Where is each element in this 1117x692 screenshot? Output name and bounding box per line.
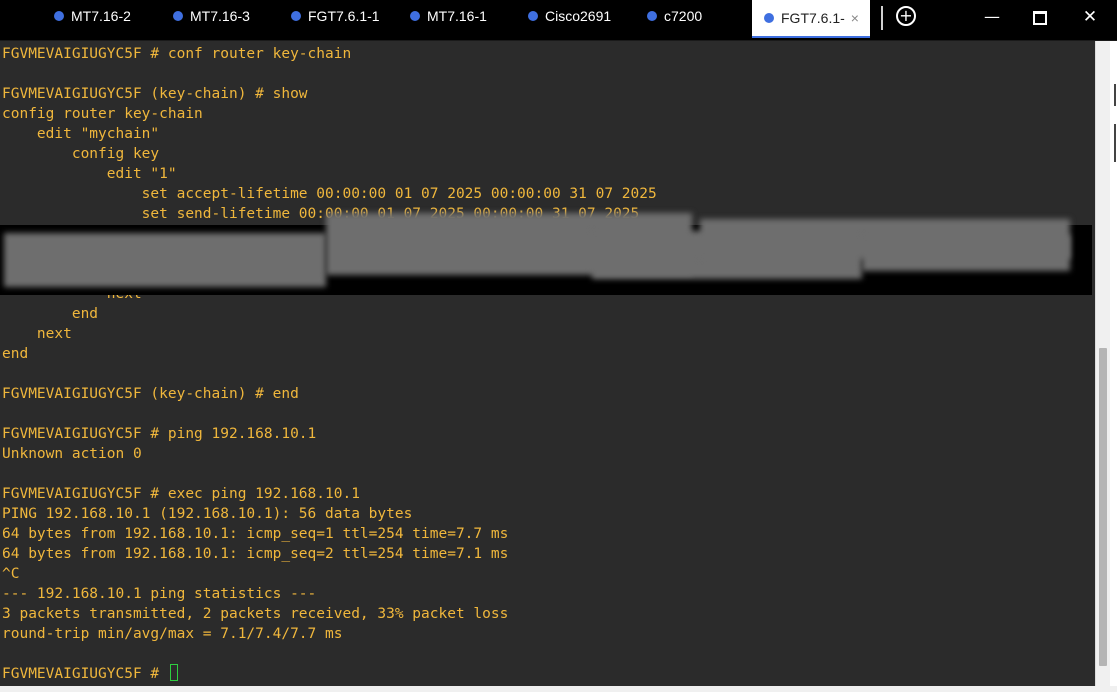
- minimize-icon[interactable]: —: [977, 4, 1007, 30]
- status-dot-icon: [173, 11, 183, 21]
- redacted-region: [0, 213, 1092, 295]
- status-dot-icon: [764, 13, 774, 23]
- terminal-line: set accept-lifetime 00:00:00 01 07 2025 …: [2, 186, 657, 202]
- terminal-app-window: MT7.16-2 MT7.16-3 FGT7.6.1-1 MT7.16-1 Ci…: [0, 0, 1117, 692]
- terminal-line: round-trip min/avg/max = 7.1/7.4/7.7 ms: [2, 626, 343, 642]
- terminal-line: 3 packets transmitted, 2 packets receive…: [2, 606, 509, 622]
- terminal-line: --- 192.168.10.1 ping statistics ---: [2, 586, 317, 602]
- terminal-line: config key: [2, 146, 160, 162]
- tab-label: c7200: [664, 8, 703, 24]
- tab-label: MT7.16-2: [71, 8, 131, 24]
- tab-label: MT7.16-1: [427, 8, 487, 24]
- tab-fgt7-6-1-active[interactable]: FGT7.6.1- ×: [752, 0, 870, 38]
- tab-label: FGT7.6.1-: [781, 10, 845, 26]
- tab-mt7-16-2[interactable]: MT7.16-2: [54, 0, 131, 32]
- terminal-line: FGVMEVAIGIUGYC5F # exec ping 192.168.10.…: [2, 486, 360, 502]
- terminal-line: end: [2, 306, 99, 322]
- scrollbar-thumb[interactable]: [1099, 348, 1107, 666]
- terminal-line: FGVMEVAIGIUGYC5F # conf router key-chain: [2, 46, 352, 62]
- terminal-output[interactable]: FGVMEVAIGIUGYC5F # conf router key-chain…: [0, 41, 1092, 686]
- status-dot-icon: [528, 11, 538, 21]
- terminal-line: FGVMEVAIGIUGYC5F # ping 192.168.10.1: [2, 426, 317, 442]
- terminal-text: FGVMEVAIGIUGYC5F # conf router key-chain…: [2, 44, 657, 684]
- terminal-line: edit "1": [2, 166, 177, 182]
- terminal-line: 64 bytes from 192.168.10.1: icmp_seq=1 t…: [2, 526, 509, 542]
- terminal-line: next: [2, 326, 72, 342]
- status-dot-icon: [647, 11, 657, 21]
- tab-label: FGT7.6.1-1: [308, 8, 380, 24]
- terminal-line: PING 192.168.10.1 (192.168.10.1): 56 dat…: [2, 506, 413, 522]
- status-dot-icon: [54, 11, 64, 21]
- terminal-line: config router key-chain: [2, 106, 203, 122]
- tab-c7200[interactable]: c7200: [647, 0, 702, 32]
- tab-fgt7-6-1-1[interactable]: FGT7.6.1-1: [291, 0, 380, 32]
- terminal-line: 64 bytes from 192.168.10.1: icmp_seq=2 t…: [2, 546, 509, 562]
- maximize-icon[interactable]: [1025, 4, 1055, 30]
- terminal-line: end: [2, 346, 29, 362]
- terminal-line: FGVMEVAIGIUGYC5F (key-chain) # end: [2, 386, 299, 402]
- prompt-line: FGVMEVAIGIUGYC5F #: [2, 666, 168, 682]
- tab-mt7-16-1[interactable]: MT7.16-1: [410, 0, 487, 32]
- terminal-line: FGVMEVAIGIUGYC5F (key-chain) # show: [2, 86, 308, 102]
- edge-mark: [1114, 84, 1116, 106]
- tab-label: Cisco2691: [545, 8, 612, 24]
- plus-circle-icon[interactable]: +: [896, 6, 916, 26]
- tab-close-icon[interactable]: ×: [851, 10, 859, 26]
- window-bottom-edge: [0, 686, 1117, 692]
- tab-bar: MT7.16-2 MT7.16-3 FGT7.6.1-1 MT7.16-1 Ci…: [0, 0, 1117, 41]
- tab-separator: [881, 6, 883, 30]
- tab-label: MT7.16-3: [190, 8, 250, 24]
- terminal-line: edit "mychain": [2, 126, 160, 142]
- status-dot-icon: [410, 11, 420, 21]
- status-dot-icon: [291, 11, 301, 21]
- terminal-line: ^C: [2, 566, 20, 582]
- tab-mt7-16-3[interactable]: MT7.16-3: [173, 0, 250, 32]
- close-icon[interactable]: ✕: [1075, 4, 1105, 30]
- edge-mark: [1114, 124, 1116, 162]
- terminal-cursor: [169, 664, 178, 681]
- terminal-line: Unknown action 0: [2, 446, 142, 462]
- tab-cisco2691[interactable]: Cisco2691: [528, 0, 611, 32]
